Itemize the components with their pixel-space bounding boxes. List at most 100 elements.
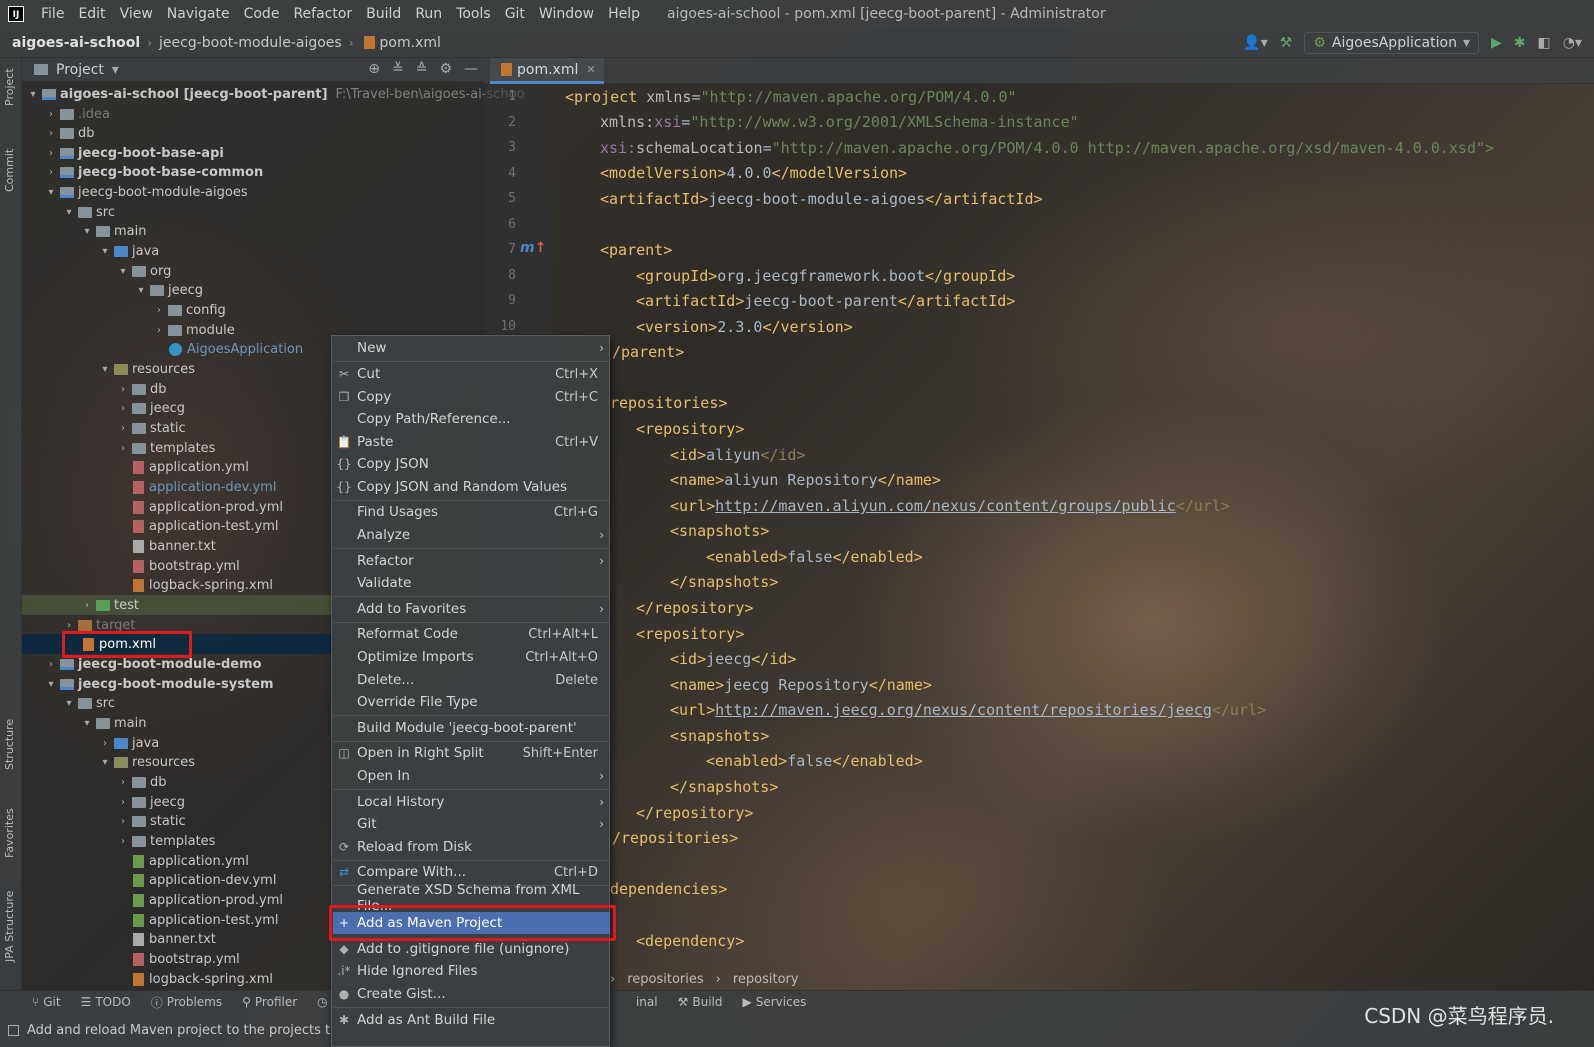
ctx-analyze[interactable]: Analyze ›: [333, 524, 610, 546]
code-line-11[interactable]: /parent>: [612, 343, 684, 361]
chevron-down-icon[interactable]: ▾: [62, 698, 76, 709]
tree-item-system-java[interactable]: › java: [98, 733, 159, 753]
ctx-copy-json-random[interactable]: {} Copy JSON and Random Values: [333, 476, 610, 498]
menu-file[interactable]: File: [34, 6, 71, 22]
chevron-right-icon[interactable]: ›: [44, 109, 58, 120]
chevron-down-icon[interactable]: ▾: [112, 62, 119, 78]
chevron-right-icon[interactable]: ›: [80, 600, 94, 611]
ctx-add-ant-build[interactable]: ✱ Add as Ant Build File: [333, 1009, 610, 1031]
profile-icon[interactable]: ◔▾: [1563, 35, 1582, 51]
tree-item-static[interactable]: › static: [116, 418, 186, 438]
breadcrumb-project[interactable]: aigoes-ai-school: [12, 35, 140, 51]
code-line-14[interactable]: <repository>: [636, 420, 744, 438]
code-line-24[interactable]: <name>jeecg Repository</name>: [670, 676, 932, 694]
chevron-right-icon[interactable]: ›: [44, 167, 58, 178]
tool-problems[interactable]: ⓘ Problems: [141, 994, 232, 1011]
code-line-9[interactable]: <artifactId>jeecg-boot-parent</artifactI…: [636, 292, 1015, 310]
ctx-override-file-type[interactable]: Override File Type: [333, 691, 610, 713]
tree-item-module-system[interactable]: ▾ jeecg-boot-module-system: [44, 674, 273, 694]
ctx-find-usages[interactable]: Find Usages Ctrl+G: [333, 501, 610, 523]
chevron-right-icon[interactable]: ›: [62, 620, 76, 631]
tree-item-main[interactable]: ▾ main: [80, 221, 146, 241]
chevron-right-icon[interactable]: ›: [44, 128, 58, 139]
chevron-right-icon[interactable]: ›: [152, 305, 166, 316]
ctx-optimize-imports[interactable]: Optimize Imports Ctrl+Alt+O: [333, 646, 610, 668]
close-icon[interactable]: ✕: [586, 63, 595, 76]
tree-item-system-db[interactable]: › db: [116, 772, 167, 792]
tab-pom-xml[interactable]: pom.xml ✕: [490, 58, 604, 84]
tree-item-base-api[interactable]: › jeecg-boot-base-api: [44, 143, 224, 163]
menu-code[interactable]: Code: [237, 6, 287, 22]
code-line-18[interactable]: <snapshots>: [670, 522, 769, 540]
tree-item-system-jeecg[interactable]: › jeecg: [116, 792, 185, 812]
chevron-down-icon[interactable]: ▾: [98, 364, 112, 375]
ctx-reformat[interactable]: Reformat Code Ctrl+Alt+L: [333, 623, 610, 645]
tree-item-system-application-dev-yml[interactable]: application-dev.yml: [130, 870, 276, 890]
code-line-34[interactable]: <dependency>: [636, 932, 744, 950]
run-configuration-dropdown[interactable]: ⚙ AigoesApplication ▾: [1304, 32, 1479, 54]
chevron-right-icon[interactable]: ›: [116, 423, 130, 434]
code-line-22[interactable]: <repository>: [636, 625, 744, 643]
tree-item-res-db[interactable]: › db: [116, 379, 167, 399]
code-line-13[interactable]: repositories>: [610, 394, 727, 412]
tree-item-resources[interactable]: ▾ resources: [98, 359, 195, 379]
code-line-2[interactable]: xmlns:xsi="http://www.w3.org/2001/XMLSch…: [600, 113, 1079, 131]
editor-crumb-repository[interactable]: repository: [733, 972, 799, 987]
tree-item-root[interactable]: ▾ aigoes-ai-school [jeecg-boot-parent] F…: [26, 84, 524, 104]
tree-item-system-templates[interactable]: › templates: [116, 831, 215, 851]
code-line-20[interactable]: </snapshots>: [670, 573, 778, 591]
ctx-reload-from-disk[interactable]: ⟳ Reload from Disk: [333, 836, 610, 858]
code-line-26[interactable]: <snapshots>: [670, 727, 769, 745]
chevron-right-icon[interactable]: ›: [152, 325, 166, 336]
menu-help[interactable]: Help: [601, 6, 647, 22]
chevron-down-icon[interactable]: ▾: [44, 187, 58, 198]
tool-tab-structure[interactable]: Structure: [3, 719, 16, 770]
code-line-29[interactable]: </repository>: [636, 804, 753, 822]
tree-item-java[interactable]: ▾ java: [98, 241, 159, 261]
user-icon[interactable]: 👤▾: [1243, 35, 1267, 51]
ctx-git[interactable]: Git ›: [333, 813, 610, 835]
tool-git[interactable]: ⑂ Git: [22, 995, 71, 1009]
ctx-hide-ignored-files[interactable]: .i* Hide Ignored Files: [333, 960, 610, 982]
chevron-down-icon[interactable]: ▾: [98, 246, 112, 257]
build-hammer-icon[interactable]: ⚒: [1280, 35, 1293, 51]
tree-item-application-test-yml[interactable]: application-test.yml: [130, 516, 278, 536]
expand-all-icon[interactable]: ≚: [392, 61, 404, 77]
code-line-7[interactable]: <parent>: [600, 241, 672, 259]
chevron-right-icon[interactable]: ›: [116, 403, 130, 414]
tree-item-config[interactable]: › config: [152, 300, 226, 320]
tree-item-org[interactable]: ▾ org: [116, 261, 171, 281]
chevron-right-icon[interactable]: ›: [116, 836, 130, 847]
breadcrumb-file[interactable]: pom.xml: [380, 35, 441, 51]
chevron-down-icon[interactable]: ▾: [44, 679, 58, 690]
tree-item-system-resources[interactable]: ▾ resources: [98, 752, 195, 772]
chevron-right-icon[interactable]: ›: [44, 148, 58, 159]
ctx-paste[interactable]: 📋 Paste Ctrl+V: [333, 431, 610, 453]
chevron-down-icon[interactable]: ▾: [134, 285, 148, 296]
menu-build[interactable]: Build: [359, 6, 408, 22]
breadcrumb-module[interactable]: jeecg-boot-module-aigoes: [159, 35, 342, 51]
ctx-copy-path[interactable]: Copy Path/Reference...: [333, 408, 610, 430]
tool-todo[interactable]: ☰ TODO: [71, 995, 141, 1009]
menu-edit[interactable]: Edit: [71, 6, 112, 22]
chevron-right-icon[interactable]: ›: [116, 797, 130, 808]
tool-services[interactable]: ▶ Services: [733, 995, 817, 1009]
code-line-19[interactable]: <enabled>false</enabled>: [706, 548, 923, 566]
tool-terminal[interactable]: inal: [626, 995, 668, 1009]
ctx-open-in[interactable]: Open In ›: [333, 765, 610, 787]
tree-item-aigoes-application[interactable]: AigoesApplication: [166, 339, 303, 359]
tree-item-db[interactable]: › db: [44, 123, 95, 143]
ctx-validate[interactable]: Validate: [333, 572, 610, 594]
tree-item-application-dev-yml[interactable]: application-dev.yml: [130, 477, 276, 497]
chevron-down-icon[interactable]: ▾: [26, 89, 40, 100]
gear-icon[interactable]: ⚙: [439, 61, 452, 77]
tree-item-templates[interactable]: › templates: [116, 438, 215, 458]
menu-run[interactable]: Run: [408, 6, 449, 22]
ctx-delete[interactable]: Delete... Delete: [333, 669, 610, 691]
tree-item-system-logback-xml[interactable]: logback-spring.xml: [130, 969, 273, 989]
ctx-build-module[interactable]: Build Module 'jeecg-boot-parent': [333, 717, 610, 739]
code-line-30[interactable]: /repositories>: [612, 829, 738, 847]
chevron-right-icon[interactable]: ›: [116, 384, 130, 395]
menu-git[interactable]: Git: [498, 6, 532, 22]
tree-item-system-application-test-yml[interactable]: application-test.yml: [130, 910, 278, 930]
